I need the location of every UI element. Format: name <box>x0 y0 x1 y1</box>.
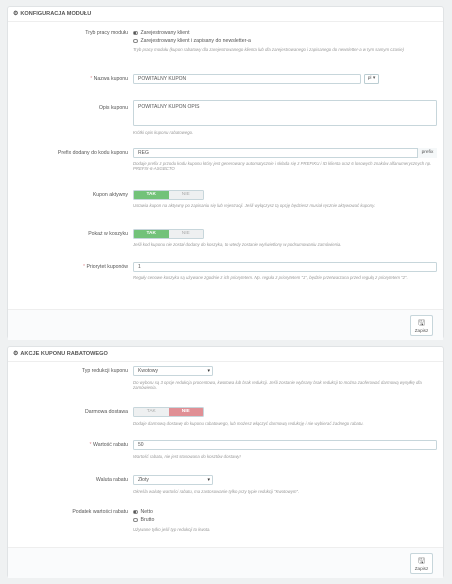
show-cart-label: Pokaż w koszyku <box>88 231 128 237</box>
discount-value-help: Wartość rabatu, nie jest stosowana do ko… <box>133 454 241 459</box>
coupon-desc-label: Opis kuponu <box>98 105 128 111</box>
language-dropdown[interactable]: pl ▾ <box>364 74 379 84</box>
mode-option-registered[interactable]: Zarejestrowany klient <box>133 29 251 37</box>
panel-title: KONFIGURACJA MODUŁU <box>20 11 92 17</box>
free-shipping-label: Darmowa dostawa <box>85 409 128 415</box>
mode-help: Tryb pracy modułu (kupon rabatowy dla za… <box>133 47 404 52</box>
panel-footer: 🖫 Zapisz <box>8 547 443 578</box>
caret-down-icon: ▾ <box>207 368 210 374</box>
discount-value-label: * Wartość rabatu <box>89 442 128 448</box>
prefix-help: Dodaje prefix z przodu kodu kuponu który… <box>133 161 432 172</box>
free-shipping-help: Dodaje darmową dostawę do kuponu rabatow… <box>133 421 364 426</box>
prefix-label: Prefix dodany do kodu kuponu <box>57 150 128 156</box>
prefix-input[interactable]: REG <box>133 148 437 158</box>
switch-no[interactable]: NIE <box>168 408 203 416</box>
radio-checked-icon <box>133 509 138 515</box>
coupon-actions-panel: ⚙ AKCJE KUPONU RABATOWEGO Typ redukcji ku… <box>7 346 444 578</box>
show-cart-help: Jeśli kod kuponu nie został dodany do ko… <box>133 242 342 247</box>
tax-option-net[interactable]: Netto <box>133 508 154 516</box>
coupon-name-label: * Nazwa kuponu <box>90 76 128 82</box>
coupon-active-switch[interactable]: TAK NIE <box>133 190 204 200</box>
priority-input[interactable]: 1 <box>133 262 437 272</box>
switch-no[interactable]: NIE <box>168 191 203 199</box>
panel-title: AKCJE KUPONU RABATOWEGO <box>20 351 108 357</box>
panel-heading: ⚙ AKCJE KUPONU RABATOWEGO <box>8 347 443 362</box>
floppy-disk-icon: 🖫 <box>418 318 425 327</box>
prefix-addon: prefix <box>417 148 437 158</box>
panel-heading: ⚙ KONFIGURACJA MODUŁU <box>8 7 443 22</box>
save-button[interactable]: 🖫 Zapisz <box>410 315 433 336</box>
coupon-active-help: Ustawia kupon na aktywny po zapisaniu si… <box>133 203 376 208</box>
coupon-name-input[interactable]: POWITALNY KUPON <box>133 74 361 84</box>
show-cart-switch[interactable]: TAK NIE <box>133 229 204 239</box>
coupon-active-label: Kupon aktywny <box>92 192 128 198</box>
radio-unchecked-icon <box>133 517 138 523</box>
cogs-icon: ⚙ <box>13 351 19 357</box>
caret-down-icon: ▾ <box>207 477 210 483</box>
mode-option-registered-newsletter[interactable]: Zarejestrowany klient i zapisany do news… <box>133 37 251 45</box>
reduction-type-help: Do wyboru są 3 opcje redukcja procentowa… <box>133 380 422 391</box>
tax-help: Używane tylko jeśli typ redukcji to kwot… <box>133 527 211 532</box>
discount-value-input[interactable]: 50 <box>133 440 437 450</box>
mode-label: Tryb pracy modułu <box>85 30 128 36</box>
module-config-panel: ⚙ KONFIGURACJA MODUŁU Tryb pracy modułu Z… <box>7 6 444 340</box>
cogs-icon: ⚙ <box>13 11 19 17</box>
reduction-type-label: Typ redukcji kuponu <box>81 368 128 374</box>
reduction-type-select[interactable]: Kwotowy ▾ <box>133 366 213 376</box>
tax-label: Podatek wartości rabatu <box>72 509 128 515</box>
panel-footer: 🖫 Zapisz <box>8 309 443 340</box>
free-shipping-switch[interactable]: TAK NIE <box>133 407 204 417</box>
caret-down-icon: ▾ <box>372 76 376 81</box>
currency-label: Waluta rabatu <box>95 477 128 483</box>
currency-help: Określa walutę wartości rabatu, ma zasto… <box>133 489 300 494</box>
coupon-desc-help: Krótki opis kuponu rabatowego. <box>133 130 194 135</box>
priority-help: Reguły cenowe koszyka są używane zgodnie… <box>133 275 408 280</box>
switch-yes[interactable]: TAK <box>134 408 169 416</box>
currency-select[interactable]: Złoty ▾ <box>133 475 213 485</box>
switch-yes[interactable]: TAK <box>134 230 169 238</box>
switch-no[interactable]: NIE <box>168 230 203 238</box>
radio-checked-icon <box>133 30 138 36</box>
switch-yes[interactable]: TAK <box>134 191 169 199</box>
coupon-desc-textarea[interactable]: POWITALNY KUPON OPIS <box>133 100 437 126</box>
tax-option-gross[interactable]: Brutto <box>133 516 154 524</box>
radio-unchecked-icon <box>133 38 138 44</box>
save-button[interactable]: 🖫 Zapisz <box>410 553 433 574</box>
priority-label: * Priorytet kuponów <box>83 264 128 270</box>
floppy-disk-icon: 🖫 <box>418 556 425 565</box>
